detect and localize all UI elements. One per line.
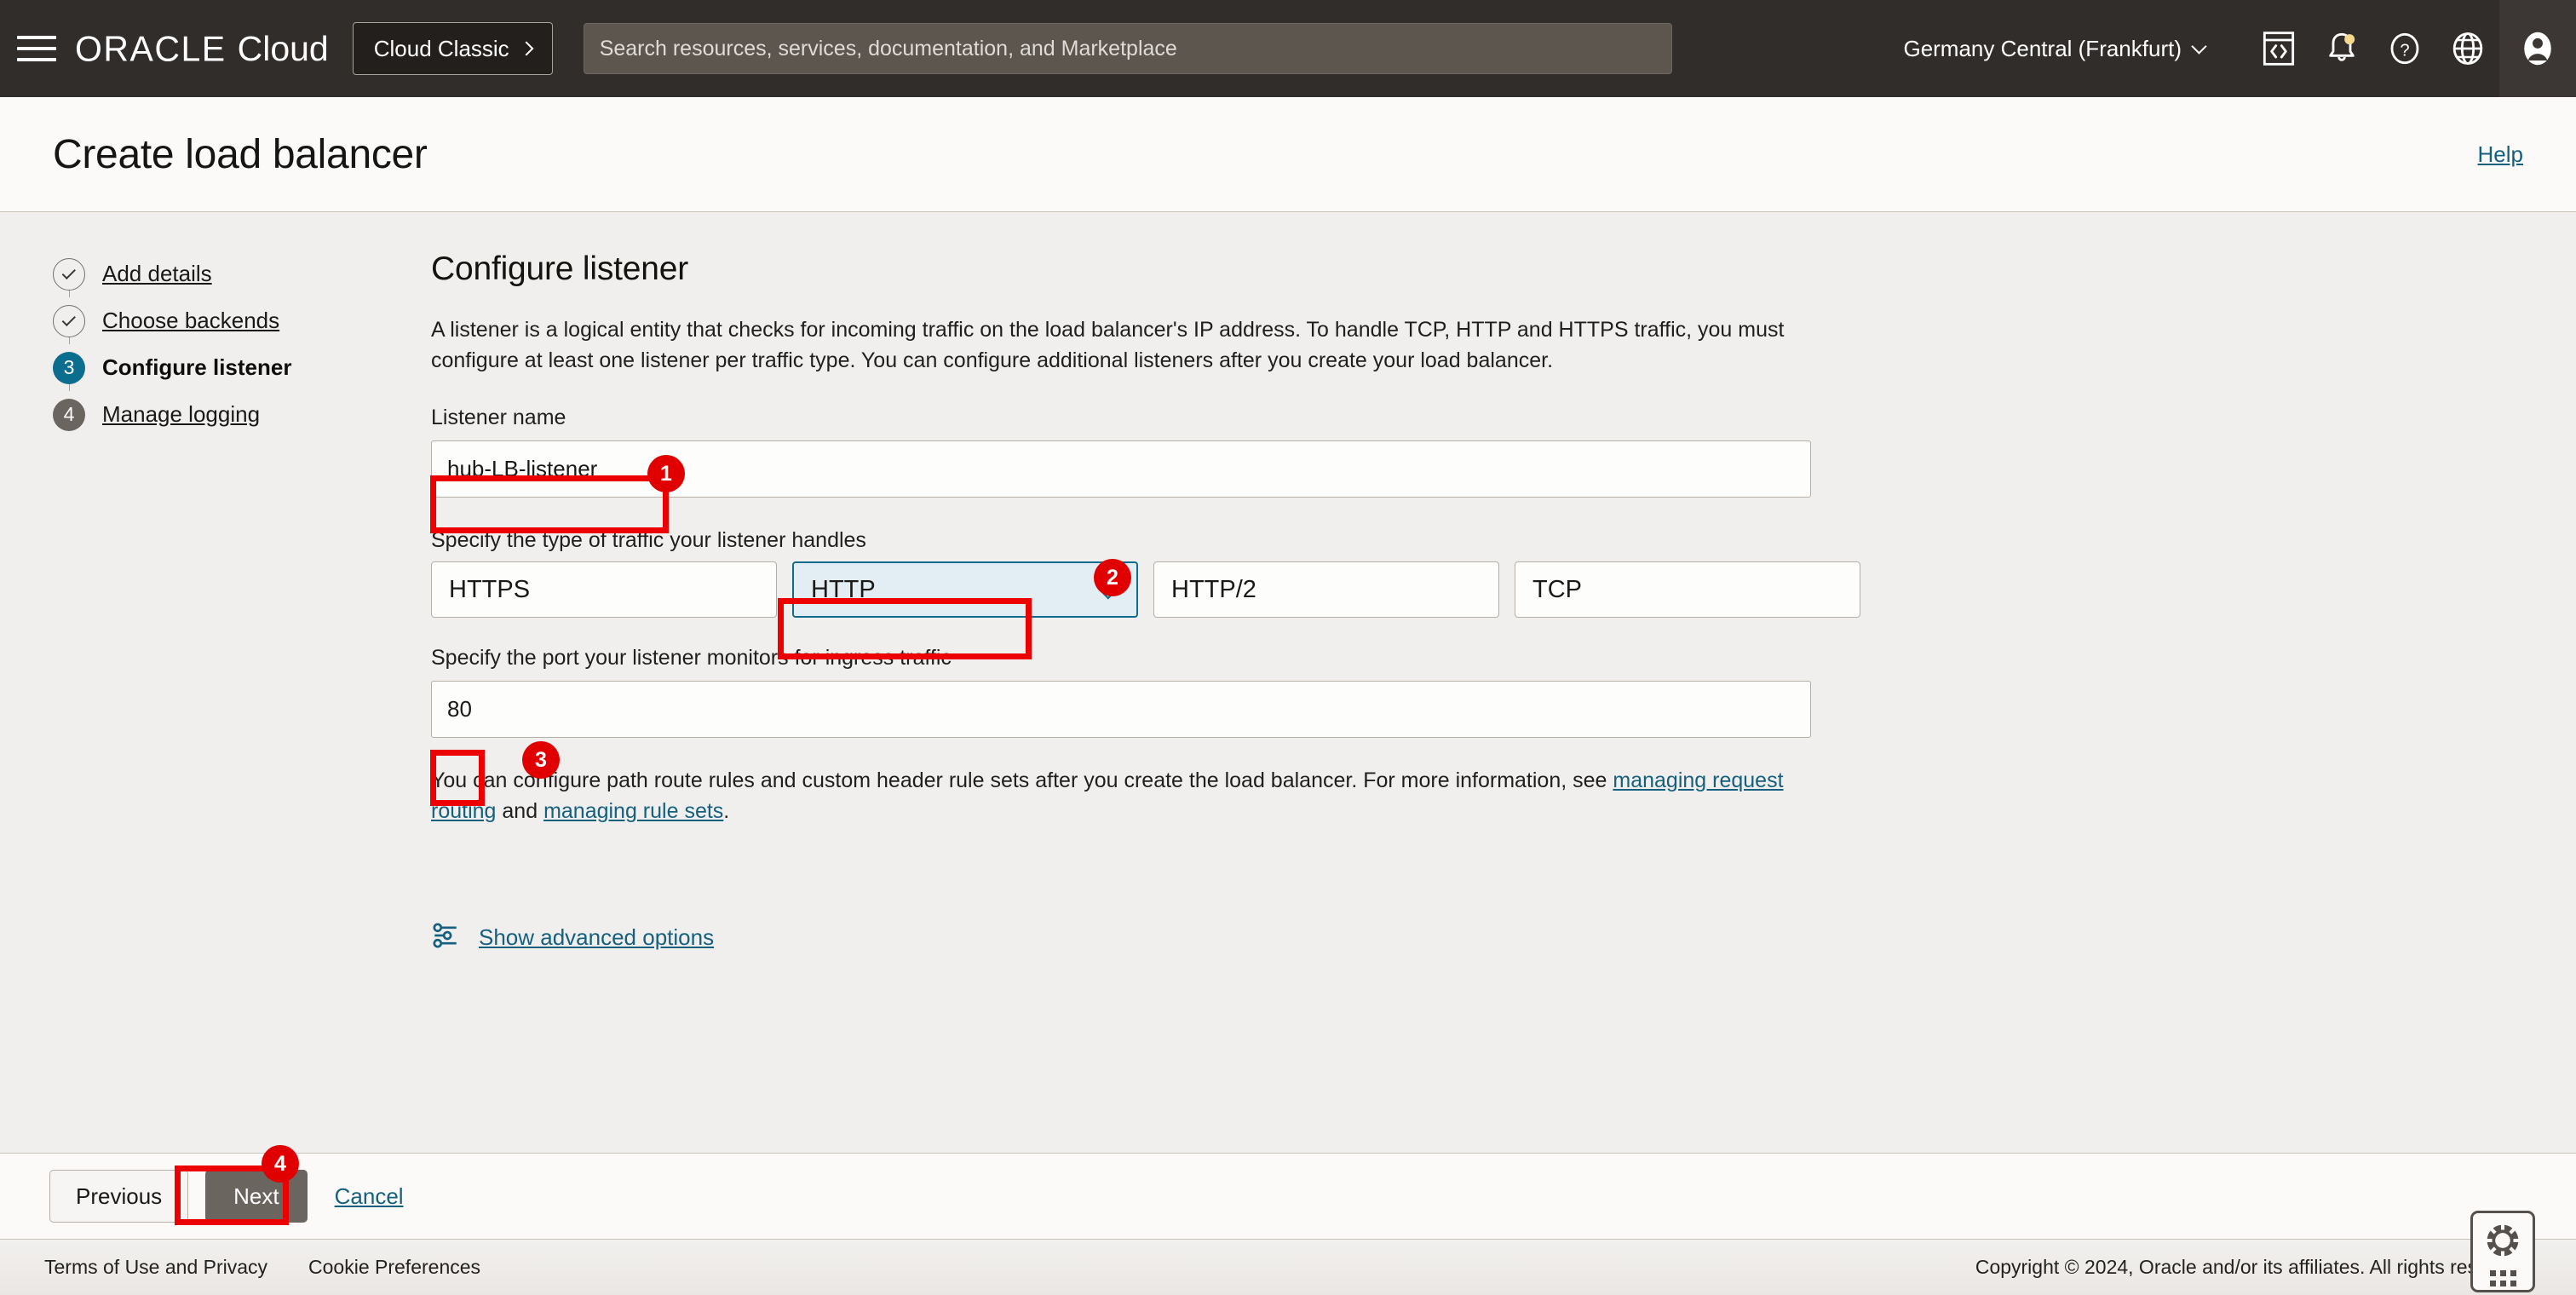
cloud-classic-button[interactable]: Cloud Classic (352, 22, 553, 75)
code-editor-icon[interactable] (2247, 0, 2310, 97)
routing-help-text: You can configure path route rules and c… (431, 765, 1811, 827)
sidebar-item-add-details[interactable]: Add details (53, 250, 394, 297)
terms-of-use-link[interactable]: Terms of Use and Privacy (44, 1256, 267, 1279)
listener-name-input[interactable] (431, 440, 1811, 498)
managing-rule-sets-link[interactable]: managing rule sets (543, 799, 723, 823)
show-advanced-options-link[interactable]: Show advanced options (479, 924, 714, 951)
step-marker-number: 3 (53, 351, 85, 384)
annotation-badge-1: 1 (647, 455, 685, 492)
annotation-badge-2: 2 (1094, 559, 1131, 596)
annotation-badge-3: 3 (522, 741, 560, 779)
oracle-cloud-logo[interactable]: ORACLE Cloud (75, 28, 329, 69)
step-marker-number: 4 (53, 398, 85, 431)
page-title: Create load balancer (53, 131, 428, 177)
top-navigation-bar: ORACLE Cloud Cloud Classic Germany Centr… (0, 0, 2576, 97)
step-marker-done-icon (53, 257, 85, 291)
drag-dots-icon[interactable] (2489, 1270, 2516, 1286)
notifications-bell-icon[interactable] (2310, 0, 2373, 97)
show-advanced-options-row[interactable]: Show advanced options (431, 921, 1879, 954)
section-heading: Configure listener (431, 250, 689, 287)
region-selector[interactable]: Germany Central (Frankfurt) (1903, 35, 2207, 62)
user-avatar-icon[interactable] (2499, 0, 2576, 97)
help-question-icon[interactable]: ? (2373, 0, 2436, 97)
sidebar-item-manage-logging[interactable]: 4 Manage logging (53, 391, 394, 438)
nav-right-cluster: Germany Central (Frankfurt) ? (1903, 0, 2576, 97)
section-description: A listener is a logical entity that chec… (431, 318, 1785, 372)
wizard-stepper: Add details Choose backends 3 Configure … (53, 250, 394, 438)
traffic-type-https-card[interactable]: HTTPS (431, 561, 777, 618)
global-search-input[interactable] (583, 23, 1672, 74)
oracle-wordmark: ORACLE (75, 28, 227, 68)
traffic-type-http-label: HTTP (811, 575, 876, 603)
configure-listener-panel: Configure listener A listener is a logic… (431, 250, 1879, 954)
chevron-down-icon (2191, 37, 2207, 55)
routing-help-mid: and (496, 799, 544, 824)
step-label-add-details: Add details (102, 261, 212, 286)
support-widget[interactable] (2470, 1211, 2535, 1292)
traffic-type-http2-label: HTTP/2 (1171, 575, 1256, 603)
hamburger-menu-icon[interactable] (17, 33, 56, 64)
cloud-classic-label: Cloud Classic (373, 35, 509, 61)
step-label-manage-logging: Manage logging (102, 401, 261, 427)
annotation-badge-4: 4 (262, 1145, 299, 1183)
chevron-right-icon (519, 41, 534, 56)
traffic-type-tcp-card[interactable]: TCP (1515, 561, 1860, 618)
life-preserver-icon (2483, 1221, 2522, 1264)
region-label: Germany Central (Frankfurt) (1903, 35, 2182, 61)
routing-help-suffix: . (723, 799, 730, 824)
port-label: Specify the port your listener monitors … (431, 646, 952, 670)
help-link[interactable]: Help (2478, 141, 2523, 168)
previous-button[interactable]: Previous (49, 1170, 189, 1223)
cloud-wordmark: Cloud (237, 28, 329, 68)
sidebar-item-configure-listener[interactable]: 3 Configure listener (53, 344, 394, 391)
wizard-action-bar: Previous Next Cancel (0, 1153, 2576, 1240)
page-title-bar: Create load balancer Help (0, 97, 2576, 212)
traffic-type-https-label: HTTPS (449, 575, 531, 603)
traffic-type-label: Specify the type of traffic your listene… (431, 528, 866, 552)
step-label-choose-backends: Choose backends (102, 308, 280, 333)
traffic-type-http-card[interactable]: HTTP (792, 561, 1138, 618)
routing-help-prefix: You can configure path route rules and c… (431, 768, 1613, 792)
copyright-text: Copyright © 2024, Oracle and/or its affi… (1975, 1256, 2532, 1278)
cancel-link[interactable]: Cancel (335, 1183, 404, 1210)
step-marker-done-icon (53, 304, 85, 337)
port-input[interactable] (431, 681, 1811, 738)
traffic-type-selector: HTTPS HTTP HTTP/2 TCP (431, 561, 1879, 618)
svg-text:?: ? (2400, 42, 2409, 60)
sliders-settings-icon (431, 921, 460, 954)
sidebar-item-choose-backends[interactable]: Choose backends (53, 297, 394, 344)
traffic-type-tcp-label: TCP (1532, 575, 1582, 603)
page-footer: Terms of Use and Privacy Cookie Preferen… (0, 1240, 2576, 1295)
traffic-type-http2-card[interactable]: HTTP/2 (1153, 561, 1499, 618)
content-area: Add details Choose backends 3 Configure … (0, 213, 2576, 1292)
cookie-preferences-link[interactable]: Cookie Preferences (308, 1256, 480, 1279)
globe-language-icon[interactable] (2436, 0, 2499, 97)
listener-name-label: Listener name (431, 406, 566, 429)
step-label-configure-listener: Configure listener (102, 354, 292, 380)
